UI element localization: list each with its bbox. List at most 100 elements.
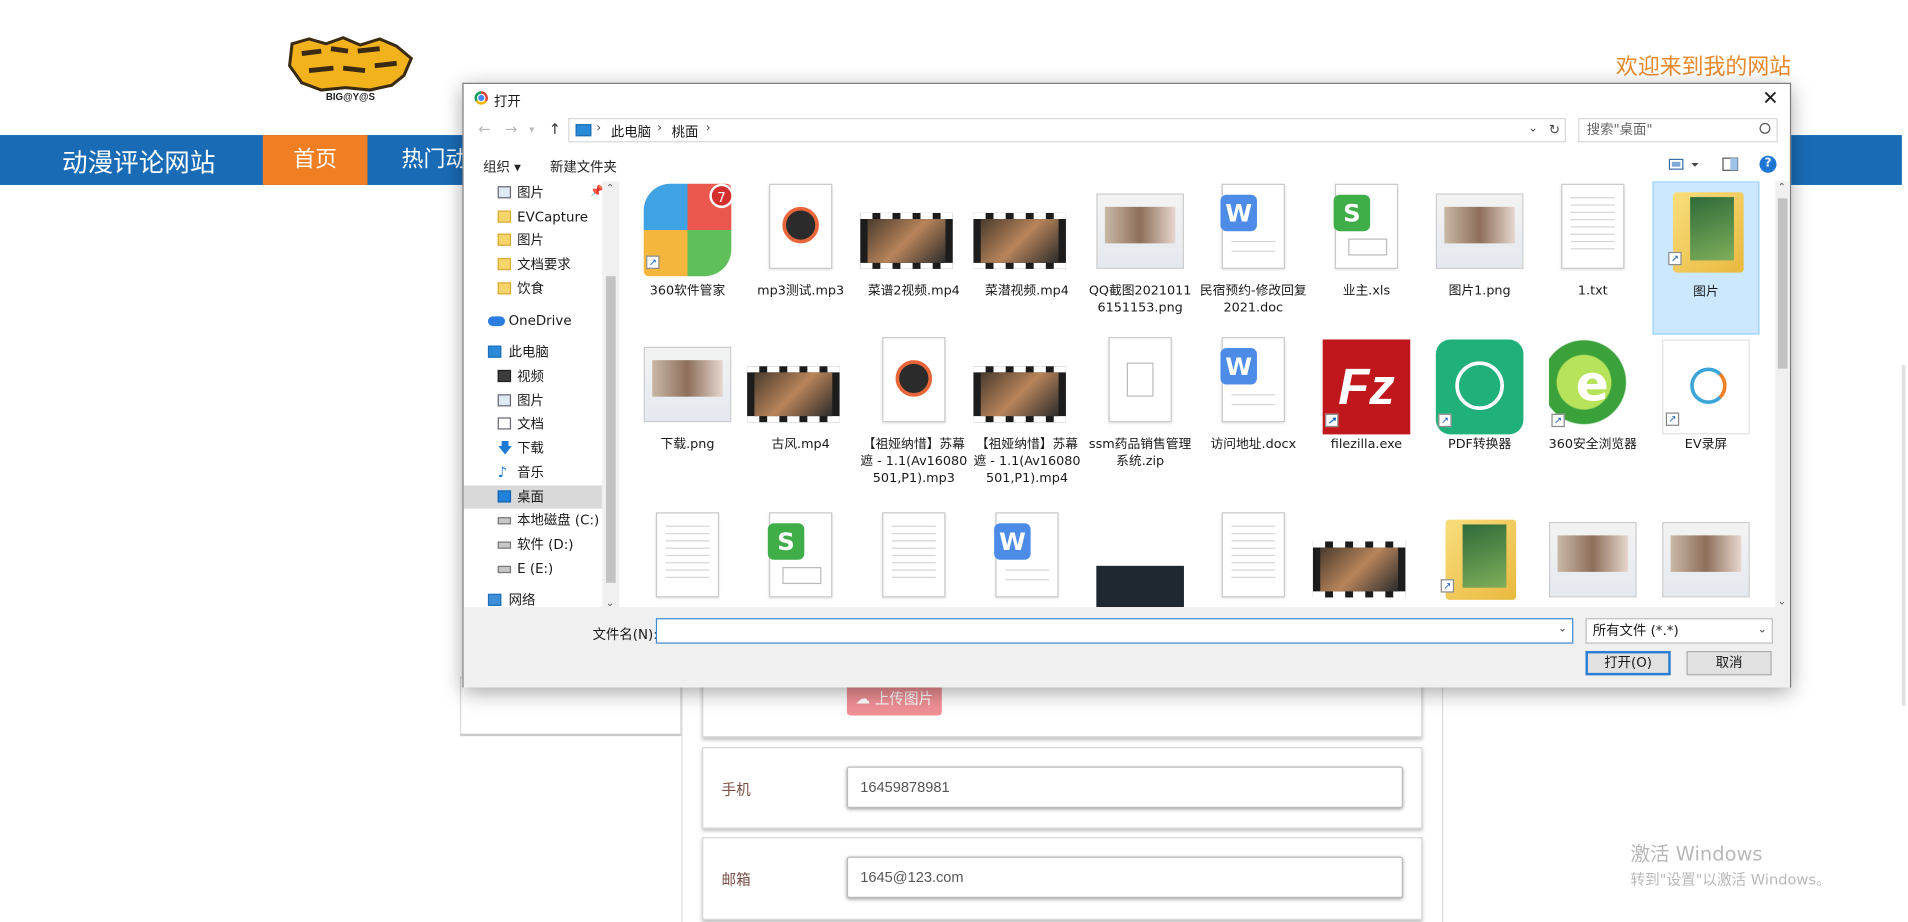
nav-music[interactable]: ♪ 音乐 bbox=[464, 461, 603, 484]
file-item[interactable]: ssm药品销售管理系统.zip bbox=[1087, 335, 1194, 488]
file-item[interactable] bbox=[1200, 510, 1307, 607]
recent-dropdown-icon[interactable]: ▾ bbox=[529, 124, 534, 135]
nav-desktop[interactable]: 桌面 bbox=[463, 485, 603, 509]
file-item[interactable]: W 民宿预约-修改回复2021.doc bbox=[1200, 181, 1307, 334]
folder-icon: ↗ bbox=[1668, 192, 1744, 273]
view-options-icon[interactable] bbox=[1668, 156, 1702, 173]
file-item[interactable]: mp3测试.mp3 bbox=[747, 181, 854, 334]
organize-button[interactable]: 组织 ▾ bbox=[483, 157, 521, 176]
nav-this-pc[interactable]: 此电脑 bbox=[464, 341, 603, 364]
nav-videos[interactable]: 视频 bbox=[464, 365, 603, 388]
file-type-select[interactable]: 所有文件 (*.*) ⌄ bbox=[1585, 618, 1773, 644]
nav-drive-c[interactable]: 本地磁盘 (C:) bbox=[464, 509, 603, 532]
back-arrow-icon[interactable]: ← bbox=[478, 120, 490, 137]
video-file-icon bbox=[860, 212, 953, 269]
file-item[interactable]: Fz ↗ filezilla.exe bbox=[1313, 335, 1420, 488]
file-item[interactable]: ↗ 图片 bbox=[1652, 181, 1760, 335]
nav-scrollbar[interactable]: ⌃ ⌄ bbox=[602, 181, 620, 610]
text-file-icon bbox=[1221, 512, 1285, 598]
file-name: 菜谱2视频.mp4 bbox=[867, 283, 960, 299]
word-file-icon: W bbox=[1220, 183, 1285, 269]
dialog-footer: 文件名(N): ⌄ 所有文件 (*.*) ⌄ 打开(O) 取消 bbox=[463, 607, 1790, 688]
pdf-converter-icon: ↗ bbox=[1435, 339, 1524, 435]
file-item[interactable]: 菜潜视频.mp4 bbox=[973, 181, 1080, 334]
file-item[interactable]: 图片1.png bbox=[1426, 181, 1533, 334]
nav-onedrive[interactable]: OneDrive bbox=[464, 309, 603, 332]
picture-icon bbox=[497, 394, 512, 407]
refresh-icon[interactable]: ↻ bbox=[1549, 122, 1560, 138]
up-arrow-icon[interactable]: ↑ bbox=[549, 120, 561, 137]
file-item[interactable]: S bbox=[747, 510, 854, 607]
file-item[interactable]: QQ截图20210116151153.png bbox=[1087, 181, 1194, 334]
file-item[interactable]: 古风.mp4 bbox=[747, 335, 854, 488]
address-bar[interactable]: › 此电脑 › 桃面 › ⌄ ↻ bbox=[568, 118, 1567, 143]
nav-drive-e[interactable]: E (E:) bbox=[464, 557, 603, 580]
shortcut-icon: ↗ bbox=[1438, 413, 1452, 428]
scroll-down-icon[interactable]: ⌄ bbox=[1778, 596, 1786, 607]
file-grid: 7 ↗ 360软件管家 mp3测试.mp3 菜谱2视频.mp4 菜潜视频.mp4 QQ截图2… bbox=[634, 181, 1773, 608]
address-dropdown-icon[interactable]: ⌄ bbox=[1528, 122, 1538, 135]
breadcrumb-this-pc[interactable]: 此电脑 bbox=[611, 122, 651, 141]
page-scrollbar[interactable] bbox=[1901, 365, 1906, 706]
nav-hot[interactable]: 热门动 bbox=[402, 135, 469, 185]
site-brand[interactable]: 动漫评论网站 bbox=[62, 144, 215, 181]
file-item[interactable]: W 访问地址.docx bbox=[1200, 335, 1307, 488]
chevron-down-icon[interactable]: ⌄ bbox=[1558, 623, 1567, 635]
search-input[interactable]: 搜索"桌面" bbox=[1578, 118, 1778, 143]
nav-home[interactable]: 首页 bbox=[262, 135, 368, 185]
file-item[interactable]: 1.txt bbox=[1539, 181, 1646, 334]
scroll-up-icon[interactable]: ⌃ bbox=[606, 183, 614, 194]
file-item[interactable]: 下载.png bbox=[634, 335, 741, 488]
zip-file-icon bbox=[1108, 337, 1172, 423]
filename-input[interactable]: ⌄ bbox=[655, 618, 1574, 644]
file-item[interactable]: 7 ↗ 360软件管家 bbox=[634, 181, 741, 334]
close-icon[interactable]: ✕ bbox=[1758, 86, 1782, 110]
nav-quick-pictures[interactable]: 图片 📌 bbox=[464, 181, 604, 204]
new-folder-button[interactable]: 新建文件夹 bbox=[550, 157, 617, 176]
nav-pictures[interactable]: 图片 bbox=[464, 389, 603, 412]
nav-downloads[interactable]: 🡇 下载 bbox=[464, 437, 603, 460]
file-name: QQ截图20210116151153.png bbox=[1088, 283, 1192, 316]
file-item[interactable]: W bbox=[973, 510, 1080, 607]
nav-drive-d[interactable]: 软件 (D:) bbox=[464, 533, 603, 556]
file-item[interactable] bbox=[1087, 510, 1194, 608]
breadcrumb-desktop[interactable]: 桃面 bbox=[672, 122, 699, 141]
file-item[interactable] bbox=[1539, 510, 1646, 607]
file-item[interactable] bbox=[860, 510, 967, 607]
nav-documents[interactable]: 文档 bbox=[464, 412, 603, 435]
scroll-up-icon[interactable]: ⌃ bbox=[1778, 181, 1786, 192]
file-item[interactable] bbox=[1312, 510, 1420, 607]
file-grid-scroll-thumb[interactable] bbox=[1777, 198, 1788, 369]
nav-scroll-thumb[interactable] bbox=[605, 276, 616, 583]
file-item[interactable]: 【祖娅纳惜】苏幕遮 - 1.1(Av16080501,P1).mp3 bbox=[860, 335, 967, 488]
file-name: mp3测试.mp3 bbox=[757, 283, 845, 299]
cancel-button[interactable]: 取消 bbox=[1686, 650, 1772, 676]
preview-pane-icon[interactable] bbox=[1722, 156, 1739, 173]
file-item[interactable]: e ↗ 360安全浏览器 bbox=[1539, 335, 1646, 488]
word-file-icon: W bbox=[1220, 337, 1285, 423]
help-icon[interactable]: ? bbox=[1759, 155, 1777, 173]
file-item[interactable]: ↗ PDF转换器 bbox=[1426, 335, 1533, 488]
word-file-icon: W bbox=[994, 512, 1059, 598]
file-grid-scrollbar[interactable]: ⌃ ⌄ bbox=[1775, 181, 1790, 608]
nav-doc-requirements[interactable]: 文档要求 bbox=[464, 253, 603, 276]
file-item[interactable]: ↗ EV录屏 bbox=[1652, 335, 1759, 488]
forward-arrow-icon[interactable]: → bbox=[505, 120, 517, 137]
file-item[interactable]: 菜谱2视频.mp4 bbox=[860, 181, 967, 334]
file-item[interactable] bbox=[634, 510, 741, 607]
nav-diet[interactable]: 饮食 bbox=[464, 277, 603, 300]
email-input[interactable]: 1645@123.com bbox=[846, 856, 1403, 898]
browser-360-icon: e ↗ bbox=[1548, 339, 1637, 435]
phone-input[interactable]: 16459878981 bbox=[846, 766, 1403, 808]
file-item[interactable]: 【祖娅纳惜】苏幕遮 - 1.1(Av16080501,P1).mp4 bbox=[973, 335, 1080, 488]
file-item[interactable] bbox=[1652, 510, 1759, 607]
nav-folder-pictures[interactable]: 图片 bbox=[464, 229, 603, 252]
folder-icon bbox=[497, 282, 512, 295]
image-file-icon bbox=[643, 346, 732, 423]
file-item[interactable]: ↗ bbox=[1426, 510, 1533, 607]
nav-evcapture[interactable]: EVCapture bbox=[464, 206, 603, 229]
file-item[interactable]: S 业主.xls bbox=[1313, 181, 1420, 334]
music-icon: ♪ bbox=[497, 463, 508, 481]
site-logo: BIG@Y@S bbox=[288, 36, 414, 102]
open-button[interactable]: 打开(O) bbox=[1585, 650, 1671, 676]
